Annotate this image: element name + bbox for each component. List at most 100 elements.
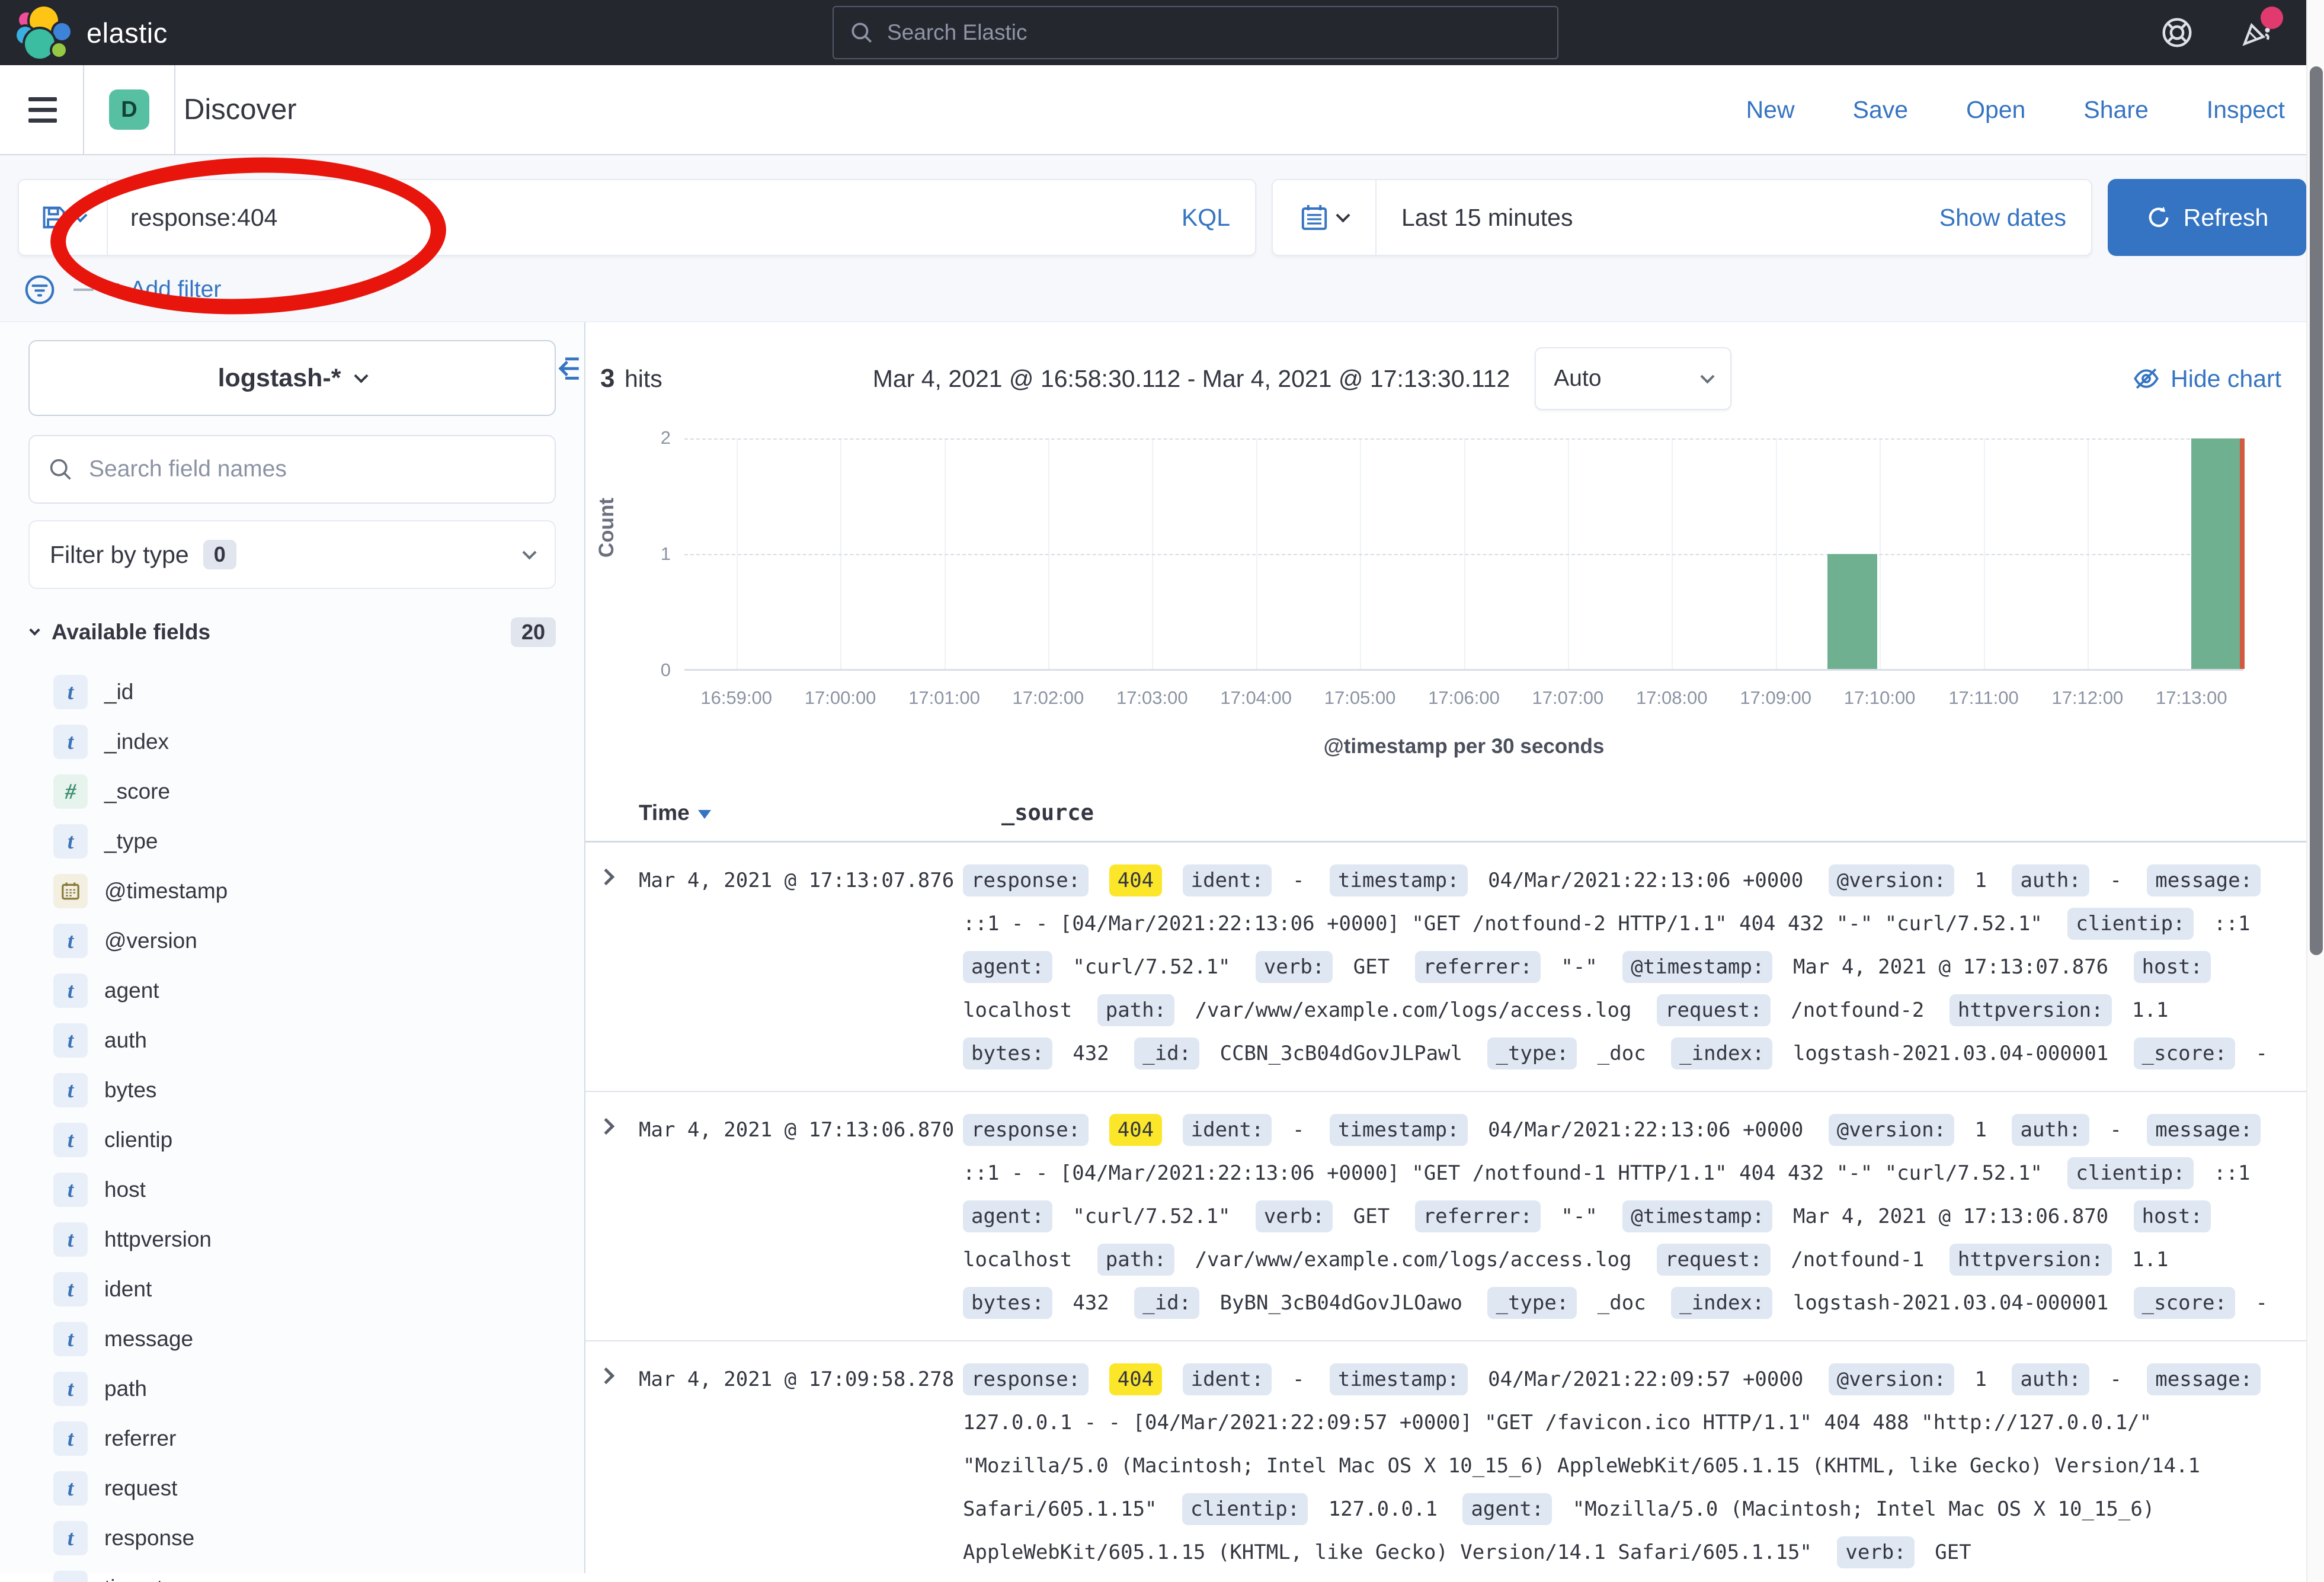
scrollbar[interactable] (2306, 0, 2324, 1582)
field-name-badge: verb: (1256, 1200, 1333, 1232)
expand-row-button[interactable] (600, 1358, 639, 1574)
global-header: elastic Search Elastic (0, 0, 2324, 65)
field-value: 1 (1975, 1368, 1987, 1391)
field-value: "-" (1561, 955, 1597, 979)
global-search-placeholder: Search Elastic (887, 20, 1027, 45)
string-field-icon: t (53, 973, 88, 1008)
field-name-badge: timestamp: (1330, 1114, 1468, 1146)
field-item-version[interactable]: t@version (0, 916, 584, 966)
expand-row-button[interactable] (600, 859, 639, 1075)
field-item-httpversion[interactable]: thttpversion (0, 1215, 584, 1264)
scrollbar-thumb[interactable] (2310, 66, 2323, 955)
help-icon[interactable] (2161, 17, 2193, 49)
field-item-ident[interactable]: tident (0, 1264, 584, 1314)
field-item-timestamp[interactable]: @timestamp (0, 866, 584, 916)
available-fields-header[interactable]: Available fields 20 (31, 617, 556, 647)
field-value: - (2109, 1368, 2121, 1391)
field-name-badge: _index: (1671, 1287, 1772, 1319)
new-button[interactable]: New (1746, 96, 1795, 124)
global-search-input[interactable]: Search Elastic (833, 6, 1558, 59)
calendar-icon (1300, 203, 1329, 232)
query-bar: response:404 KQL (18, 179, 1256, 256)
field-value: ::1 (2214, 912, 2250, 936)
time-column-label: Time (639, 800, 690, 825)
field-value: 1 (1975, 1118, 1987, 1142)
field-name-badge: ident: (1183, 864, 1272, 896)
field-item-request[interactable]: trequest (0, 1463, 584, 1513)
field-item-auth[interactable]: tauth (0, 1016, 584, 1065)
field-value: CCBN_3cB04dGovJLPawl (1220, 1042, 1462, 1065)
refresh-icon (2146, 204, 2172, 230)
field-name: @timestamp (104, 879, 228, 904)
horizontal-gridline (684, 438, 2243, 440)
histogram-bar-17:09:30[interactable] (1827, 554, 1877, 670)
field-item-bytes[interactable]: tbytes (0, 1065, 584, 1115)
query-language-button[interactable]: KQL (1182, 204, 1255, 232)
field-search-input[interactable]: Search field names (28, 435, 556, 504)
filter-by-type-select[interactable]: Filter by type 0 (28, 520, 556, 589)
elastic-logo[interactable]: elastic (18, 5, 168, 60)
x-tick-label: 16:59:00 (700, 687, 772, 709)
string-field-icon: t (53, 725, 88, 759)
y-tick-label: 0 (606, 659, 671, 681)
chevron-down-icon (1336, 208, 1350, 222)
hide-chart-button[interactable]: Hide chart (2133, 365, 2281, 393)
filter-icon[interactable] (24, 274, 56, 306)
field-value: 1 (1975, 869, 1987, 892)
refresh-button[interactable]: Refresh (2108, 179, 2306, 256)
field-value: GET (1353, 1205, 1390, 1228)
field-item-score[interactable]: #_score (0, 767, 584, 816)
query-section: response:404 KQL Last 15 minutes Show da… (0, 155, 2324, 321)
add-filter-button[interactable]: + Add filter (111, 277, 221, 303)
inspect-button[interactable]: Inspect (2207, 96, 2285, 124)
field-name-badge: referrer: (1415, 951, 1541, 983)
documents-table: Time _source Mar 4, 2021 @ 17:13:07.876r… (585, 800, 2323, 1582)
histogram-chart[interactable]: Count 012 16:59:0017:00:0017:01:0017:02:… (585, 427, 2323, 776)
table-header: Time _source (585, 800, 2323, 843)
save-button[interactable]: Save (1853, 96, 1908, 124)
save-query-icon (41, 204, 67, 230)
field-name: referrer (104, 1426, 176, 1451)
menu-hamburger-button[interactable] (28, 97, 57, 123)
field-item-referrer[interactable]: treferrer (0, 1414, 584, 1463)
field-item-agent[interactable]: tagent (0, 966, 584, 1016)
show-dates-button[interactable]: Show dates (1939, 204, 2091, 232)
open-button[interactable]: Open (1966, 96, 2025, 124)
index-pattern-selector[interactable]: logstash-* (28, 340, 556, 416)
field-item-response[interactable]: tresponse (0, 1513, 584, 1563)
query-input[interactable]: response:404 (108, 204, 1182, 232)
field-item-message[interactable]: tmessage (0, 1314, 584, 1364)
string-field-icon: t (53, 924, 88, 958)
field-item-index[interactable]: t_index (0, 717, 584, 767)
field-item-path[interactable]: tpath (0, 1364, 584, 1414)
time-range-value[interactable]: Last 15 minutes (1377, 204, 1939, 232)
field-value: logstash-2021.03.04-000001 (1793, 1291, 2108, 1315)
field-item-timestamp[interactable]: ttimestamp (0, 1563, 584, 1582)
collapse-sidebar-button[interactable] (550, 353, 581, 387)
field-item-clientip[interactable]: tclientip (0, 1115, 584, 1165)
field-item-id[interactable]: t_id (0, 667, 584, 717)
newsfeed-button[interactable] (2240, 15, 2274, 51)
expand-row-button[interactable] (600, 1109, 639, 1325)
quick-select-menu-button[interactable] (1273, 180, 1377, 255)
histogram-bar-17:13:00[interactable] (2191, 438, 2241, 669)
date-picker: Last 15 minutes Show dates (1272, 179, 2092, 256)
field-name-badge: _index: (1671, 1037, 1772, 1069)
index-pattern-name: logstash-* (218, 364, 341, 393)
field-item-type[interactable]: t_type (0, 816, 584, 866)
field-name: httpversion (104, 1227, 212, 1252)
field-value: 04/Mar/2021:22:13:06 +0000 (1488, 1118, 1803, 1142)
share-button[interactable]: Share (2083, 96, 2148, 124)
filter-bar: + Add filter (18, 256, 2306, 309)
field-name-badge: message: (2147, 1363, 2261, 1395)
string-field-icon: t (53, 1023, 88, 1058)
saved-query-menu-button[interactable] (19, 180, 108, 255)
field-name-badge: auth: (2012, 1114, 2089, 1146)
available-fields-label: Available fields (52, 620, 210, 645)
interval-select[interactable]: Auto (1535, 347, 1731, 410)
hits-count: 3 hits (600, 364, 662, 393)
table-row: Mar 4, 2021 @ 17:13:06.870response: 404 … (585, 1092, 2323, 1341)
field-item-host[interactable]: thost (0, 1165, 584, 1215)
field-name-badge: httpversion: (1950, 994, 2112, 1026)
time-column-header[interactable]: Time (639, 800, 1001, 825)
